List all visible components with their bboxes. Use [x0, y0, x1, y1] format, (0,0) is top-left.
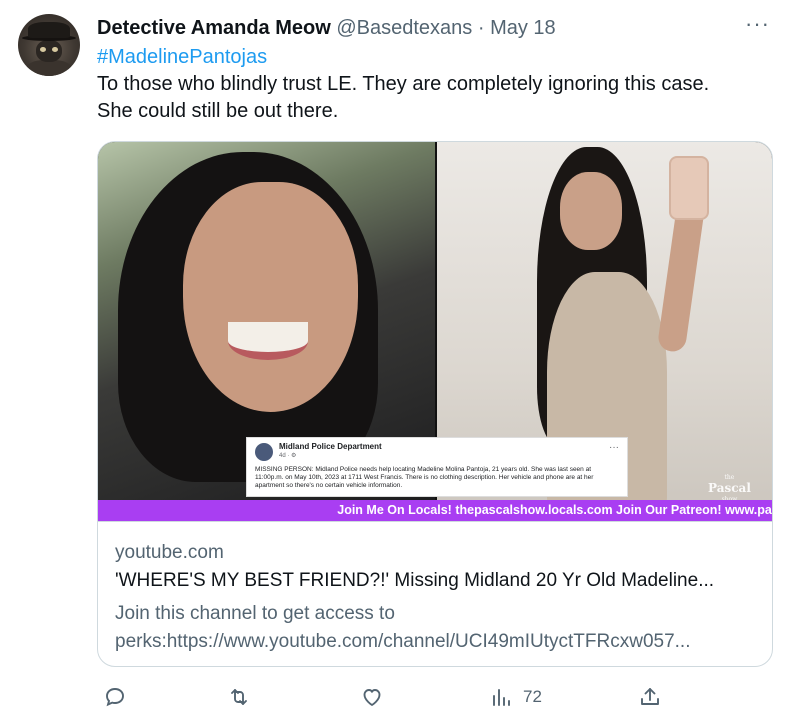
promo-banner: Join Me On Locals! thepascalshow.locals.…	[98, 500, 772, 521]
photo-phone	[669, 156, 709, 220]
tweet-header: Detective Amanda Meow @Basedtexans · May…	[97, 14, 760, 42]
like-icon	[363, 689, 381, 706]
link-description-line: perks:https://www.youtube.com/channel/UC…	[115, 631, 691, 652]
promo-banner-text: Join Me On Locals! thepascalshow.locals.…	[337, 503, 772, 517]
link-description: Join this channel to get access to perks…	[115, 600, 760, 656]
share-icon	[641, 688, 659, 705]
watermark-main: Pascal	[708, 481, 751, 495]
fb-post-text: MISSING PERSON: Midland Police needs hel…	[255, 466, 594, 489]
link-description-line: Join this channel to get access to	[115, 603, 395, 624]
photo-smile	[228, 322, 308, 360]
photo-face	[183, 182, 358, 412]
reply-icon	[106, 688, 124, 707]
retweet-icon	[231, 689, 247, 705]
facebook-post-overlay: Midland Police Department 4d · ⚙ ··· MIS…	[246, 437, 628, 497]
avatar-eye-left	[40, 47, 46, 52]
tweet-text-line: She could still be out there.	[97, 100, 339, 122]
link-domain: youtube.com	[115, 542, 224, 563]
tweet-text-line: To those who blindly trust LE. They are …	[97, 73, 710, 95]
retweet-button[interactable]	[227, 682, 251, 712]
link-info[interactable]: youtube.com 'WHERE'S MY BEST FRIEND?!' M…	[98, 521, 772, 666]
photo-arm	[656, 200, 706, 354]
photo-face	[560, 172, 622, 250]
fb-more-icon: ···	[609, 442, 619, 453]
like-button[interactable]	[360, 682, 384, 712]
avatar-eye-right	[52, 47, 58, 52]
share-button[interactable]	[638, 682, 662, 712]
tweet-text: To those who blindly trust LE. They are …	[97, 71, 757, 125]
link-card[interactable]: the Pascal show Midland Police Departmen…	[97, 141, 773, 667]
avatar[interactable]	[18, 14, 80, 76]
fb-time: 4d · ⚙	[279, 453, 297, 459]
reply-button[interactable]	[103, 682, 127, 712]
header-separator: ·	[477, 17, 485, 39]
avatar-hat	[28, 22, 70, 38]
hashtag-link[interactable]: #MadelinePantojas	[97, 43, 267, 71]
views-icon	[493, 689, 510, 706]
police-logo-icon	[255, 443, 273, 461]
views-count: 72	[523, 687, 542, 706]
card-media[interactable]: the Pascal show Midland Police Departmen…	[98, 142, 772, 521]
tweet-date[interactable]: May 18	[490, 17, 556, 39]
fb-department: Midland Police Department	[279, 442, 382, 451]
avatar-coat	[26, 60, 72, 76]
author-name[interactable]: Detective Amanda Meow	[97, 17, 331, 39]
author-handle[interactable]: @Basedtexans	[336, 17, 472, 39]
action-bar: 72	[97, 682, 677, 712]
views-button[interactable]: 72	[489, 682, 542, 712]
more-dots-icon[interactable]: ···	[745, 12, 770, 36]
link-title: 'WHERE'S MY BEST FRIEND?!' Missing Midla…	[115, 570, 715, 591]
